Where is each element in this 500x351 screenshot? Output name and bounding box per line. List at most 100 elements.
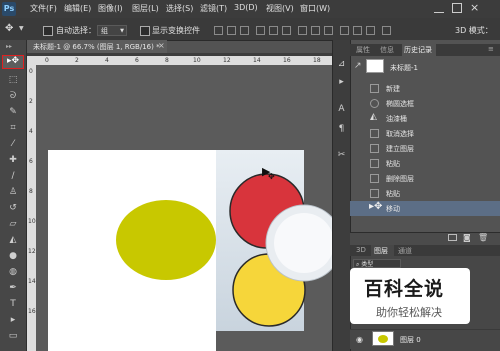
new-document-from-state-icon[interactable] — [448, 234, 457, 241]
show-transform-checkbox[interactable] — [140, 26, 150, 36]
tab-info[interactable]: 信息 — [380, 45, 394, 55]
align-top-icon[interactable] — [214, 26, 223, 35]
delete-layer-icon — [370, 174, 379, 183]
camera-icon[interactable]: ◙ — [463, 233, 471, 242]
align-hcenter-icon[interactable] — [269, 26, 278, 35]
move-tool-preset-icon[interactable]: ✥ — [5, 23, 13, 34]
layer-name[interactable]: 图层 0 — [400, 335, 421, 345]
tools-preset-icon[interactable]: ✂ — [336, 150, 347, 161]
olive-ellipse — [116, 200, 216, 280]
menu-layer[interactable]: 图层(L) — [132, 3, 159, 14]
eyedropper-tool[interactable]: ⁄ — [5, 138, 21, 150]
distribute-left-icon[interactable] — [340, 26, 349, 35]
auto-select-checkbox[interactable] — [43, 26, 53, 36]
path-select-tool[interactable]: ▸ — [5, 314, 21, 326]
marquee-tool[interactable]: ⬚ — [5, 74, 21, 86]
history-item-label: 新建 — [386, 85, 400, 93]
eraser-tool[interactable]: ▱ — [5, 218, 21, 230]
distribute-vcenter-icon[interactable] — [311, 26, 320, 35]
history-brush-source-icon[interactable]: ↗ — [354, 61, 362, 71]
move-icon: ▸✥ — [369, 201, 383, 212]
history-item-label: 移动 — [386, 205, 400, 213]
snapshot-thumbnail[interactable] — [366, 59, 384, 73]
lasso-tool[interactable]: ᘐ — [5, 90, 21, 102]
history-item-label: 椭圆选框 — [386, 100, 414, 108]
ruler-label: 0 — [45, 57, 49, 64]
auto-select-value: 组 — [101, 27, 108, 35]
menu-file[interactable]: 文件(F) — [30, 3, 57, 14]
properties-icon[interactable]: ▸ — [336, 77, 347, 88]
ruler-label: 4 — [29, 128, 33, 135]
dodge-tool[interactable]: ◍ — [5, 266, 21, 278]
align-right-icon[interactable] — [282, 26, 291, 35]
history-brush-tool[interactable]: ↺ — [5, 202, 21, 214]
minimize-icon[interactable] — [434, 2, 444, 13]
move-tool[interactable]: ▸✥ — [2, 55, 24, 69]
eye-icon[interactable]: ◉ — [356, 335, 363, 344]
close-tab-icon[interactable]: × — [158, 41, 165, 50]
tab-properties[interactable]: 属性 — [356, 45, 370, 55]
white-circle-highlight — [274, 213, 332, 273]
blur-tool[interactable]: ● — [5, 250, 21, 262]
ruler-label: 6 — [135, 57, 139, 64]
type-tool[interactable]: T — [5, 298, 21, 310]
restore-icon[interactable] — [452, 3, 462, 13]
ruler-label: 18 — [313, 57, 321, 64]
history-item-label: 取消选择 — [386, 130, 414, 138]
history-item-label: 删除图层 — [386, 175, 414, 183]
menu-3d[interactable]: 3D(D) — [234, 3, 258, 12]
menu-window[interactable]: 窗口(W) — [300, 3, 330, 14]
mode-3d-label: 3D 模式： — [455, 26, 493, 35]
layer-thumbnail — [372, 331, 394, 346]
align-left-icon[interactable] — [256, 26, 265, 35]
healing-tool[interactable]: ✚ — [5, 154, 21, 166]
auto-select-label: 自动选择： — [56, 26, 96, 35]
trash-icon[interactable]: 🗑 — [478, 233, 488, 242]
auto-align-icon[interactable] — [382, 26, 391, 35]
distribute-bottom-icon[interactable] — [324, 26, 333, 35]
menu-view[interactable]: 视图(V) — [266, 3, 294, 14]
snapshot-label: 未标题-1 — [390, 64, 418, 72]
ruler-label: 8 — [165, 57, 169, 64]
paste-icon — [370, 189, 379, 198]
history-item-label: 粘贴 — [386, 190, 400, 198]
chevron-down-icon[interactable]: ▼ — [19, 25, 24, 32]
panel-menu-icon[interactable]: ≡ — [488, 45, 494, 53]
deselect-icon — [370, 129, 379, 138]
auto-select-dropdown[interactable]: 组 ▼ — [97, 25, 127, 36]
pen-tool[interactable]: ✒ — [5, 282, 21, 294]
tab-channels[interactable]: 通道 — [398, 246, 412, 256]
menu-select[interactable]: 选择(S) — [166, 3, 193, 14]
menu-filter[interactable]: 滤镜(T) — [200, 3, 227, 14]
shape-tool[interactable]: ▭ — [5, 330, 21, 342]
ruler-label: 10 — [193, 57, 201, 64]
brush-tool[interactable]: ∕ — [5, 170, 21, 182]
menu-image[interactable]: 图像(I) — [98, 3, 123, 14]
ruler-label: 6 — [29, 158, 33, 165]
ruler-label: 8 — [29, 188, 33, 195]
crop-tool[interactable]: ⌗ — [5, 122, 21, 134]
tab-3d[interactable]: 3D — [356, 246, 366, 254]
history-panel-icon[interactable]: ⊿ — [336, 59, 347, 70]
tab-history[interactable]: 历史记录 — [404, 45, 432, 55]
new-document-icon — [370, 84, 379, 93]
layer-filter-select[interactable]: ⌕ 类型 — [353, 259, 401, 268]
align-vcenter-icon[interactable] — [227, 26, 236, 35]
paragraph-icon[interactable]: ¶ — [336, 124, 347, 135]
clone-stamp-tool[interactable]: ♙ — [5, 186, 21, 198]
distribute-right-icon[interactable] — [366, 26, 375, 35]
ruler-label: 10 — [28, 218, 36, 225]
quick-select-tool[interactable]: ✎ — [5, 106, 21, 118]
ellipse-marquee-icon — [370, 99, 379, 108]
close-icon[interactable]: × — [470, 1, 479, 14]
distribute-hcenter-icon[interactable] — [353, 26, 362, 35]
collapse-toolbar-icon[interactable]: ▸▸ — [6, 43, 12, 50]
menu-edit[interactable]: 编辑(E) — [64, 3, 91, 14]
distribute-top-icon[interactable] — [298, 26, 307, 35]
paint-bucket-tool[interactable]: ◭ — [5, 234, 21, 246]
character-icon[interactable]: A — [336, 104, 347, 115]
ruler-label: 0 — [29, 68, 33, 75]
layer-filter-label: 类型 — [361, 261, 374, 268]
tab-layers[interactable]: 图层 — [374, 246, 388, 256]
align-bottom-icon[interactable] — [240, 26, 249, 35]
